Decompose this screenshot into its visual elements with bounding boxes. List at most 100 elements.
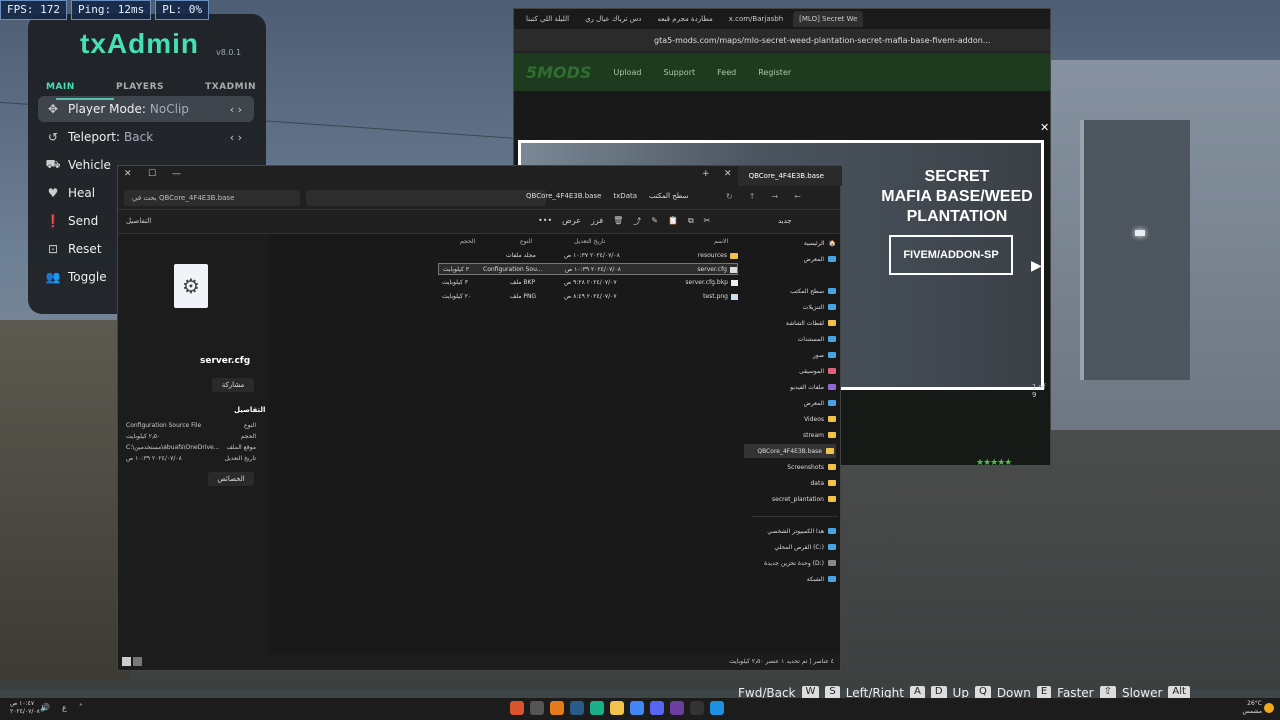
nav-item-screenshots[interactable]: لقطات الشاشة (786, 316, 836, 330)
weather-widget[interactable]: 26°C مشمس (1242, 700, 1262, 716)
nav-item-stream[interactable]: stream (803, 428, 836, 442)
nav-item-drive-c[interactable]: القرص المحلي (C:) (774, 540, 836, 554)
file-explorer-icon[interactable] (610, 701, 624, 715)
column-header-date[interactable]: تاريخ التعديل (574, 238, 605, 245)
column-header-name[interactable]: الاسم (714, 238, 728, 245)
url-text[interactable]: gta5-mods.com/maps/mlo-secret-weed-plant… (654, 36, 990, 45)
file-explorer-window: ✕ ☐ — + ✕ QBCore_4F4E3B.base بحث في QBCo… (117, 165, 842, 671)
app-icon[interactable] (530, 701, 544, 715)
forward-arrow-icon[interactable]: → (771, 192, 778, 201)
cut-icon[interactable]: ✂ (704, 216, 711, 227)
next-arrow-icon[interactable]: ▶ (1031, 258, 1042, 274)
refresh-icon[interactable]: ↻ (726, 192, 733, 201)
file-row-selected[interactable]: server.cfg ٢٠٢٤/٠٧/٠٨ ١٠:٣٩ ص Configurat… (438, 263, 738, 275)
volume-icon[interactable]: 🔊 (40, 703, 50, 712)
breadcrumb-item[interactable]: سطح المكتب (649, 192, 688, 200)
tiles-view-icon[interactable] (133, 657, 142, 666)
browser-address-bar[interactable]: gta5-mods.com/maps/mlo-secret-weed-plant… (514, 29, 1050, 51)
menu-item-player-mode[interactable]: ✥ Player Mode: NoClip ‹ › (38, 96, 254, 122)
nav-item-documents[interactable]: المستندات (798, 332, 836, 346)
menu-item-teleport[interactable]: ↺ Teleport: Back ‹ › (38, 124, 254, 150)
new-button[interactable]: جديد (778, 217, 792, 225)
file-row[interactable]: server.cfg.bkp ٢٠٢٤/٠٧/٠٧ ٩:٢٨ ص ملف BKP… (438, 277, 738, 289)
details-view-icon[interactable] (122, 657, 131, 666)
sort-button[interactable]: فرز (591, 216, 603, 227)
close-tab-icon[interactable]: ✕ (724, 169, 732, 179)
app-icon[interactable] (550, 701, 564, 715)
new-tab-icon[interactable]: + (702, 169, 710, 179)
browser-tab[interactable]: الليلة اللي كتبنا (520, 11, 575, 27)
browser-tab[interactable]: دس ترياك عيال ري (579, 11, 647, 27)
tray-chevron-icon[interactable]: ˄ (79, 703, 83, 712)
nav-item-gallery[interactable]: المعرض (804, 252, 836, 266)
nav-item-this-pc[interactable]: هذا الكمبيوتر الشخصي (767, 524, 836, 538)
nav-item-drive-d[interactable]: وحدة تخزين جديدة (D:) (764, 556, 836, 570)
nav-item-screenshots-en[interactable]: Screenshots (787, 460, 836, 474)
arrows-icon[interactable]: ‹ › (230, 103, 242, 116)
paste-icon[interactable]: 📋 (668, 216, 678, 227)
steam-icon[interactable] (570, 701, 584, 715)
arrows-icon[interactable]: ‹ › (230, 131, 242, 144)
app-icon[interactable] (670, 701, 684, 715)
delete-icon[interactable]: 🗑 (613, 216, 623, 227)
nav-support[interactable]: Support (664, 68, 696, 77)
browser-tab-active[interactable]: [MLO] Secret We (793, 11, 864, 27)
menu-item-label: Teleport: (68, 130, 121, 144)
browser-tab[interactable]: مطاردة مجرم قبعه (651, 11, 718, 27)
nav-feed[interactable]: Feed (717, 68, 736, 77)
language-indicator[interactable]: ع (62, 703, 67, 712)
nav-upload[interactable]: Upload (613, 68, 641, 77)
game-wall (0, 320, 130, 680)
clock[interactable]: ١٠:٤٧ ص ٢٠٢٤/٠٧/٠٨ (10, 700, 40, 716)
chrome-icon[interactable] (630, 701, 644, 715)
rename-icon[interactable]: ✎ (651, 216, 658, 227)
nav-item-music[interactable]: الموسيقى (799, 364, 836, 378)
nav-item-label: التنزيلات (802, 303, 824, 311)
nav-item-data[interactable]: data (810, 476, 836, 490)
copy-icon[interactable]: ⧉ (688, 216, 694, 227)
nav-item-gallery-2[interactable]: المعرض (804, 396, 836, 410)
view-button[interactable]: عرض (562, 216, 581, 227)
tab-main[interactable]: MAIN (46, 82, 75, 92)
nav-register[interactable]: Register (758, 68, 791, 77)
close-icon[interactable]: ✕ (1040, 121, 1049, 134)
file-row[interactable]: resources ٢٠٢٤/٠٧/٠٨ ١٠:٣٧ ص مجلد ملفات (438, 250, 738, 262)
nav-item-home[interactable]: الرئيسية 🏠 (804, 236, 836, 250)
nav-item-qbcore[interactable]: QBCore_4F4E3B.base (744, 444, 836, 458)
details-pane-button[interactable]: التفاصيل (126, 217, 151, 225)
nav-item-videos-ar[interactable]: ملفات الفيديو (790, 380, 836, 394)
nav-item-videos[interactable]: Videos (804, 412, 836, 426)
tab-txadmin[interactable]: TXADMIN (205, 82, 256, 92)
search-input[interactable]: بحث في QBCore_4F4E3B.base (124, 190, 300, 206)
site-logo[interactable]: 5MODS (526, 63, 591, 82)
start-icon[interactable] (710, 701, 724, 715)
nav-item-pictures[interactable]: صور (813, 348, 836, 362)
search-icon[interactable] (690, 701, 704, 715)
app-icon[interactable] (510, 701, 524, 715)
more-icon[interactable]: ••• (538, 216, 552, 227)
weather-temp: 26°C (1247, 700, 1262, 707)
breadcrumb-item[interactable]: txData (613, 192, 637, 200)
minimize-icon[interactable]: — (172, 169, 181, 179)
up-arrow-icon[interactable]: ↑ (749, 192, 756, 201)
nav-item-network[interactable]: الشبكة (807, 572, 836, 586)
file-row[interactable]: test.png ٢٠٢٤/٠٧/٠٧ ٨:٤٩ ص ملف PNG ٢٠ كي… (438, 291, 738, 303)
tab-players[interactable]: PLAYERS (116, 82, 164, 92)
properties-button[interactable]: الخصائص (208, 472, 254, 486)
column-header-size[interactable]: الحجم (460, 238, 475, 245)
nav-item-secret-plantation[interactable]: secret_plantation (772, 492, 836, 506)
back-arrow-icon[interactable]: ← (794, 192, 801, 201)
close-icon[interactable]: ✕ (124, 169, 132, 179)
path-box[interactable] (306, 190, 546, 206)
share-button[interactable]: مشاركة (212, 378, 254, 392)
discord-icon[interactable] (650, 701, 664, 715)
share-icon[interactable]: ⤴ (633, 216, 641, 227)
breadcrumb-item[interactable]: QBCore_4F4E3B.base (526, 192, 601, 200)
app-icon[interactable] (590, 701, 604, 715)
nav-item-desktop[interactable]: سطح المكتب (790, 284, 836, 298)
column-header-type[interactable]: النوع (520, 238, 532, 245)
nav-item-downloads[interactable]: التنزيلات (803, 300, 836, 314)
browser-tab[interactable]: x.com/Barjasbh (723, 11, 789, 27)
maximize-icon[interactable]: ☐ (148, 169, 156, 179)
explorer-tab[interactable]: QBCore_4F4E3B.base (738, 166, 842, 186)
